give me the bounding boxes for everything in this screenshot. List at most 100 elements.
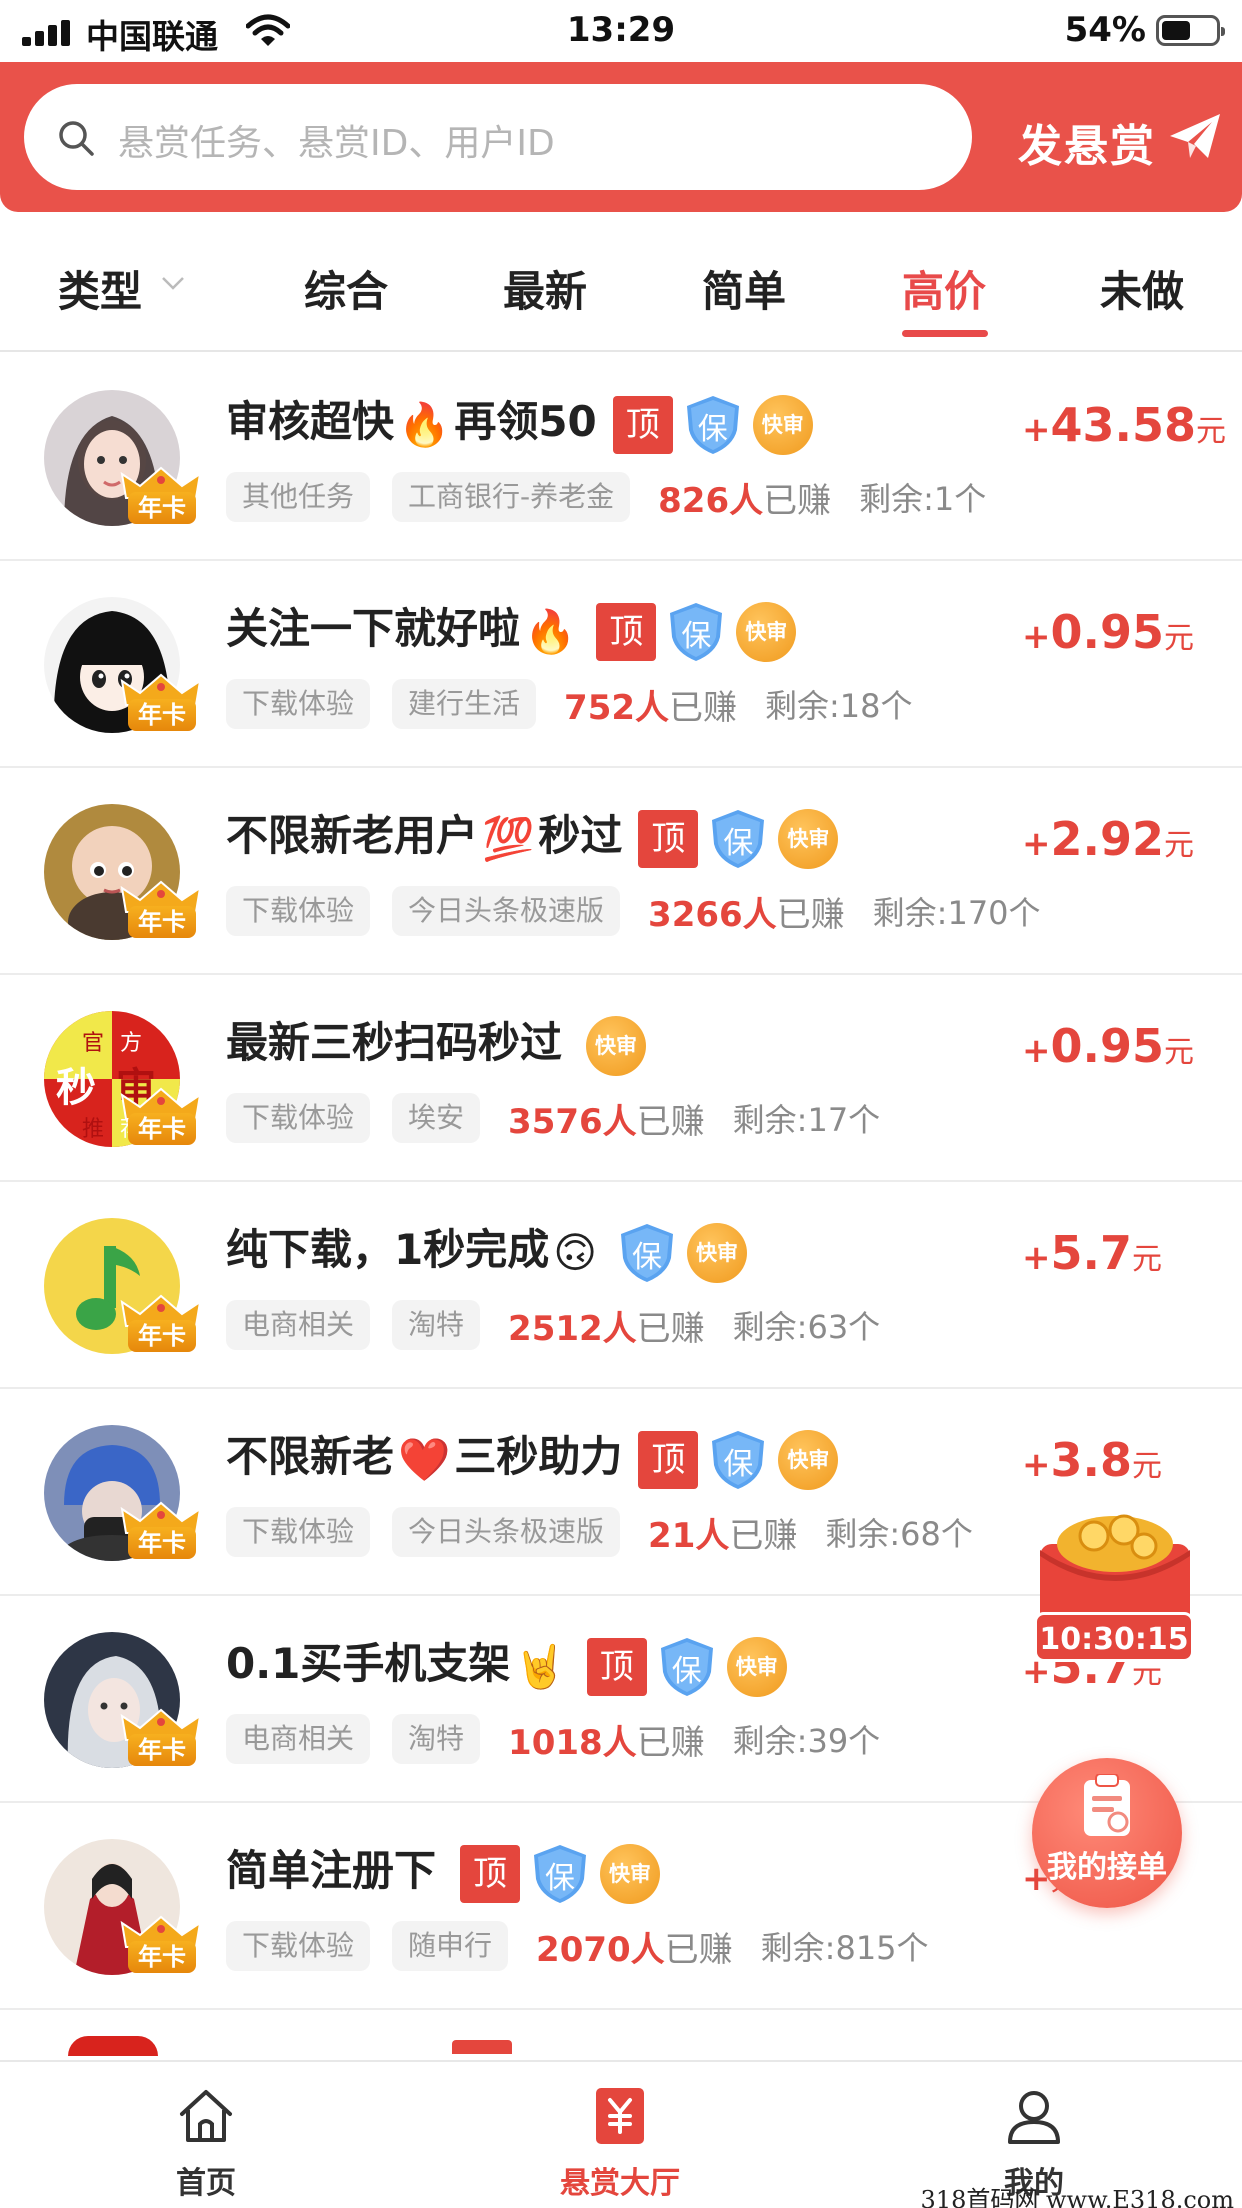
task-row[interactable]: 官方秒审推荐年卡最新三秒扫码秒过快审下载体验埃安3576人已赚剩余:17个+0.… [0, 975, 1242, 1182]
active-tab-indicator [902, 330, 988, 337]
nav-reward-hall[interactable]: 悬赏大厅 [520, 2062, 720, 2208]
earned-count: 752人已赚 [564, 687, 738, 728]
annual-card-badge: 年卡 [118, 673, 204, 731]
task-title: 不限新老用户💯秒过顶保快审 [226, 802, 839, 870]
avatar-text: 方 [120, 1031, 143, 1056]
task-title: 0.1买手机支架🤘 顶保快审 [226, 1630, 787, 1698]
category-tag: 下载体验 [226, 1093, 371, 1143]
guarantee-shield-icon: 保 [530, 1843, 590, 1905]
earned-count: 2070人已赚 [536, 1929, 733, 1970]
task-title: 简单注册下顶保快审 [226, 1837, 661, 1905]
search-input[interactable]: 悬赏任务、悬赏ID、用户ID [24, 84, 972, 190]
title-emoji: 💯 [482, 813, 535, 863]
remaining-count: 剩余:1个 [859, 480, 987, 518]
category-tag: 下载体验 [226, 886, 371, 936]
reward-amount: +43.58元 [1022, 398, 1227, 452]
app-tag: 淘特 [392, 1300, 481, 1350]
task-row[interactable]: 年卡 不限新老用户💯秒过顶保快审 下载体验 今日头条极速版 3266人已赚 剩余:170个… [0, 768, 1242, 975]
watermark: 318首码网 www.E318.com [920, 2186, 1234, 2208]
guarantee-shield-icon: 保 [708, 808, 768, 870]
search-placeholder: 悬赏任务、悬赏ID、用户ID [118, 123, 555, 164]
tab-simple[interactable]: 简单 [702, 258, 786, 319]
task-meta: 电商相关 淘特 1018人已赚 剩余:39个 [226, 1714, 880, 1764]
app-tag: 今日头条极速版 [392, 1507, 621, 1557]
fast-review-badge: 快审 [736, 601, 797, 662]
clipboard-icon [1084, 1774, 1130, 1836]
annual-card-badge: 年卡 [118, 1915, 204, 1973]
fast-review-badge: 快审 [778, 1429, 839, 1490]
tab-type[interactable]: 类型 [58, 258, 142, 319]
tab-undone[interactable]: 未做 [1100, 258, 1184, 319]
reward-amount: +3.8元 [1022, 1433, 1162, 1487]
category-tag: 下载体验 [226, 1507, 371, 1557]
guarantee-shield-icon: 保 [708, 1429, 768, 1491]
annual-card-badge: 年卡 [118, 1708, 204, 1766]
my-orders-label: 我的接单 [1047, 1850, 1167, 1885]
category-tag: 下载体验 [226, 1921, 371, 1971]
top-badge: 顶 [638, 1430, 699, 1489]
annual-card-badge: 年卡 [118, 1294, 204, 1352]
task-row[interactable]: 年卡 关注一下就好啦🔥 顶保快审 下载体验 建行生活 752人已赚 剩余:18个 +0.95元 [0, 561, 1242, 768]
fast-review-badge: 快审 [586, 1015, 647, 1076]
annual-card-badge: 年卡 [118, 466, 204, 524]
nav-home[interactable]: 首页 [106, 2062, 306, 2208]
guarantee-shield-icon: 保 [666, 601, 726, 663]
reward-amount: +2.92元 [1022, 812, 1194, 866]
title-emoji: ❤️ [398, 1434, 451, 1484]
remaining-count: 剩余:39个 [732, 1722, 881, 1760]
task-row[interactable]: 年卡 纯下载，1秒完成🙃 保快审 电商相关 淘特 2512人已赚 剩余:63个 +5.7元 [0, 1182, 1242, 1389]
task-title: 不限新老❤️三秒助力顶保快审 [226, 1423, 839, 1491]
clock: 13:29 [566, 10, 676, 50]
filter-tabs: 类型 综合 最新 简单 高价 未做 [0, 212, 1242, 352]
profile-icon [1008, 2091, 1060, 2144]
task-row[interactable]: 年卡 审核超快🔥再领50 顶保快审 其他任务 工商银行-养老金 826人已赚 剩余:1个 +4… [0, 354, 1242, 561]
post-reward-button[interactable]: 发悬赏 [1010, 84, 1230, 190]
app-tag: 今日头条极速版 [392, 886, 621, 936]
annual-card-badge: 年卡 [118, 1501, 204, 1559]
my-orders-button[interactable]: 我的接单 [1032, 1758, 1182, 1908]
guarantee-shield-icon: 保 [617, 1222, 677, 1284]
fast-review-badge: 快审 [726, 1636, 787, 1697]
remaining-count: 剩余:63个 [732, 1308, 881, 1346]
fast-review-badge: 快审 [687, 1222, 748, 1283]
avatar-text: 推 [82, 1117, 105, 1142]
fast-review-badge: 快审 [752, 394, 813, 455]
title-emoji: 🤘 [514, 1641, 567, 1691]
battery-percent: 54% [1064, 10, 1146, 50]
countdown-timer[interactable]: 10:30:15 [1034, 1612, 1194, 1662]
tab-high-price[interactable]: 高价 [902, 258, 986, 319]
chevron-down-icon[interactable] [160, 274, 186, 292]
app-tag: 工商银行-养老金 [392, 472, 631, 522]
earned-count: 826人已赚 [658, 480, 832, 521]
task-meta: 下载体验 埃安 3576人已赚 剩余:17个 [226, 1093, 880, 1143]
title-emoji: 🔥 [398, 399, 451, 449]
task-meta: 下载体验 今日头条极速版 3266人已赚 剩余:170个 [226, 886, 1041, 936]
task-row[interactable] [0, 2010, 1242, 2056]
app-tag: 淘特 [392, 1714, 481, 1764]
remaining-count: 剩余:17个 [732, 1101, 881, 1139]
remaining-count: 剩余:815个 [760, 1929, 929, 1967]
tab-newest[interactable]: 最新 [503, 258, 587, 319]
task-title: 纯下载，1秒完成🙃 保快审 [226, 1216, 748, 1284]
remaining-count: 剩余:18个 [765, 687, 913, 725]
top-badge: 顶 [586, 1637, 647, 1696]
paper-plane-icon [1170, 114, 1220, 158]
reward-amount: +0.95元 [1022, 605, 1194, 659]
category-tag: 下载体验 [226, 679, 371, 729]
top-badge: 顶 [596, 602, 657, 661]
task-meta: 电商相关 淘特 2512人已赚 剩余:63个 [226, 1300, 880, 1350]
earned-count: 3576人已赚 [508, 1101, 705, 1142]
avatar-text: 秒 [56, 1064, 96, 1111]
top-badge: 顶 [638, 809, 699, 868]
earned-count: 1018人已赚 [508, 1722, 705, 1763]
nav-reward-hall-label: 悬赏大厅 [560, 2166, 680, 2201]
earned-count: 3266人已赚 [648, 894, 845, 935]
top-badge: 顶 [460, 1844, 521, 1903]
title-emoji: 🙃 [553, 1228, 598, 1277]
home-icon [180, 2090, 232, 2142]
top-badge [452, 2040, 512, 2054]
nav-home-label: 首页 [176, 2166, 236, 2201]
tab-comprehensive[interactable]: 综合 [304, 258, 388, 319]
search-icon [59, 121, 94, 156]
category-tag: 其他任务 [226, 472, 371, 522]
